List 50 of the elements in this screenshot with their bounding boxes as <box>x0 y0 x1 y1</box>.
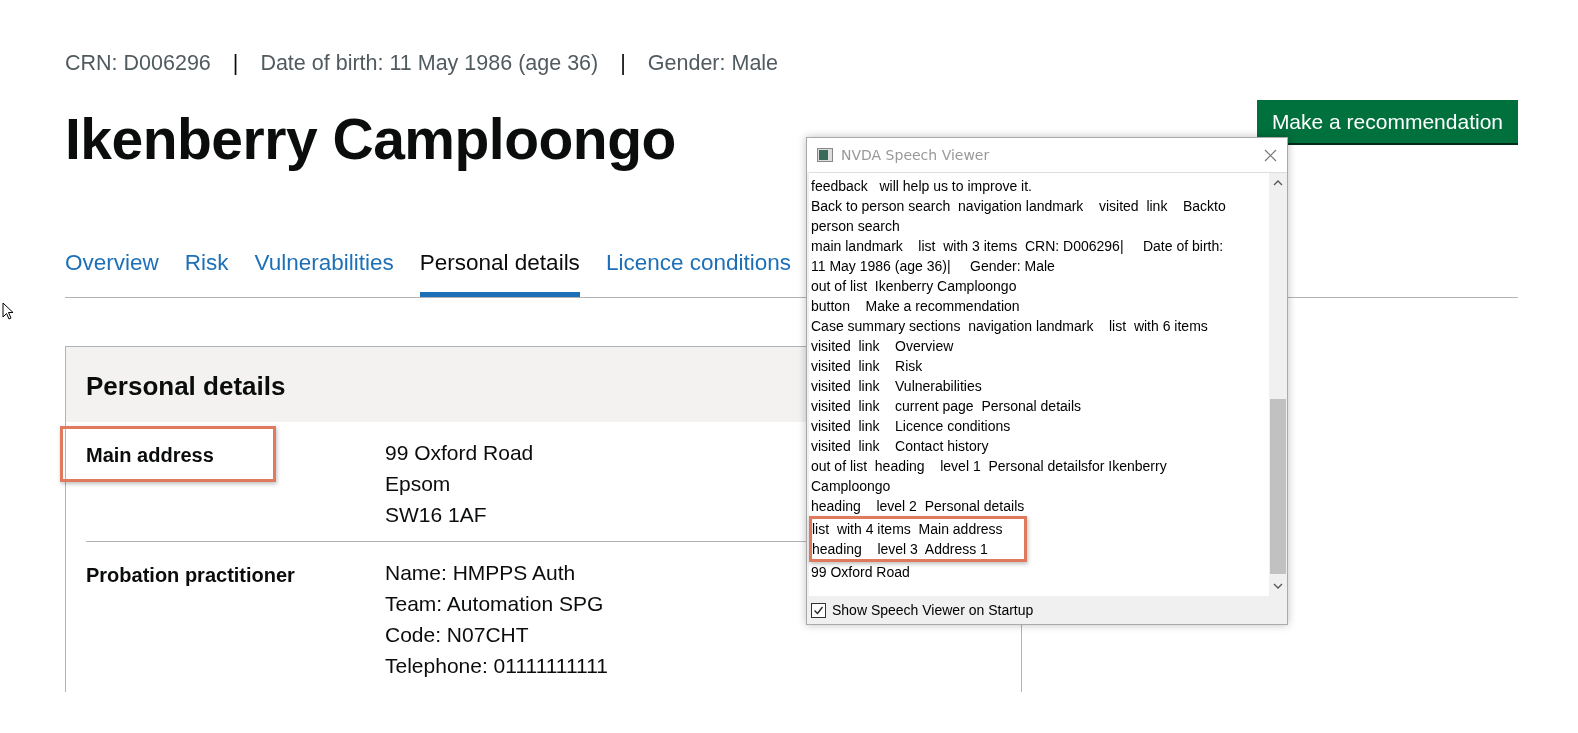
section-tab[interactable]: Risk <box>184 250 229 297</box>
speech-line: heading level 3 Address 1 <box>812 540 989 559</box>
speech-line: visited link Risk <box>811 357 924 376</box>
mouse-pointer-icon <box>2 302 14 320</box>
row-value: SW16 1AF <box>385 502 487 527</box>
row-key: Probation practitioner <box>86 564 295 586</box>
speech-line: Back to person search navigation landmark visited link Backto <box>811 197 1227 216</box>
row-key: Main address <box>86 444 214 466</box>
speech-line: heading level 2 Personal details <box>811 497 1026 516</box>
speech-line: visited link Vulnerabilities <box>811 377 983 396</box>
speech-line: out of list heading level 1 Personal detailsfor Ikenberry <box>811 457 1168 476</box>
meta-item: Gender: Male <box>647 51 779 76</box>
section-tab[interactable]: Licence conditions <box>605 250 791 297</box>
speech-line: visited link Contact history <box>811 437 990 456</box>
row-value: Code: N07CHT <box>385 622 529 647</box>
row-value: Name: HMPPS Auth <box>385 560 576 585</box>
speech-line: list with 4 items Main address <box>812 520 1004 539</box>
speech-line: main landmark list with 3 items CRN: D006296| Date of birth: <box>811 237 1225 256</box>
make-recommendation-button[interactable]: Make a recommendation <box>1256 100 1518 143</box>
row-value: Telephone: 01111111111 <box>385 653 609 678</box>
checkbox[interactable] <box>811 602 826 618</box>
scroll-up-icon[interactable] <box>1273 179 1283 187</box>
speech-line: 99 Oxford Road <box>811 563 911 582</box>
section-tab[interactable]: Vulnerabilities <box>254 250 394 297</box>
speech-line: 11 May 1986 (age 36)| Gender: Male <box>811 257 1056 276</box>
row-value: Team: Automation SPG <box>385 591 604 616</box>
checkbox-label: Show Speech Viewer on Startup <box>832 602 1034 618</box>
person-name-heading: Ikenberry Camploongo <box>65 106 677 172</box>
separator: | <box>231 51 240 76</box>
speech-line: feedback will help us to improve it. <box>811 177 1033 196</box>
speech-line: Camploongo <box>811 477 892 496</box>
section-tab[interactable]: Overview <box>65 250 159 297</box>
speech-line: Case summary sections navigation landmark list with 6 items <box>811 317 1209 336</box>
scroll-down-icon[interactable] <box>1273 582 1283 590</box>
section-tab[interactable]: Personal details <box>419 250 580 297</box>
meta-item: CRN: D006296 <box>65 51 211 76</box>
speech-line: visited link current page Personal details <box>811 397 1083 416</box>
speech-line: person search <box>811 217 901 236</box>
speech-line: visited link Overview <box>811 337 955 356</box>
window-icon <box>817 148 833 162</box>
speech-line: visited link Licence conditions <box>811 417 1012 436</box>
close-icon[interactable] <box>1264 148 1277 162</box>
speech-line: out of list Ikenberry Camploongo <box>811 277 1018 296</box>
window-title: NVDA Speech Viewer <box>841 147 991 163</box>
card-title: Personal details <box>86 371 286 402</box>
separator: | <box>619 51 627 76</box>
row-value: Epsom <box>385 471 451 496</box>
speech-line: button Make a recommendation <box>811 297 1021 316</box>
meta-item: Date of birth: 11 May 1986 (age 36) <box>260 51 599 76</box>
row-value: 99 Oxford Road <box>385 440 534 465</box>
